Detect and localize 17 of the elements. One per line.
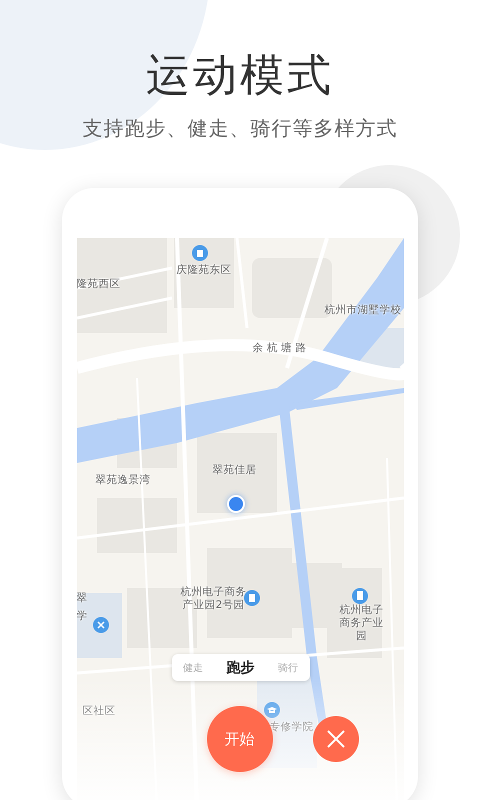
map-label: 杭州市湖墅学校 xyxy=(324,304,402,317)
map-label: 隆苑西区 xyxy=(76,278,120,291)
map-label: 杭州电子商务产业园2号园 xyxy=(180,586,246,612)
start-button[interactable]: 开始 xyxy=(206,706,272,772)
map-label: 翠 xyxy=(76,592,88,605)
map-label: 杭州电子商务产业园 xyxy=(338,604,384,643)
map-label: 余 杭 塘 路 xyxy=(252,342,307,355)
mode-tab[interactable]: 健走 xyxy=(183,660,204,674)
map-label: 翠苑佳居 xyxy=(212,464,256,477)
mode-tab[interactable]: 跑步 xyxy=(226,658,254,676)
mode-tab[interactable]: 骑行 xyxy=(278,660,298,674)
map-label: 庆隆苑东区 xyxy=(176,264,232,277)
map-label: 学 xyxy=(76,610,88,623)
page-subtitle: 支持跑步、健走、骑行等多样方式 xyxy=(82,115,398,142)
map-label: 区社区 xyxy=(82,705,116,718)
page-title: 运动模式 xyxy=(146,49,334,103)
map-label: 翠苑逸景湾 xyxy=(96,474,150,487)
